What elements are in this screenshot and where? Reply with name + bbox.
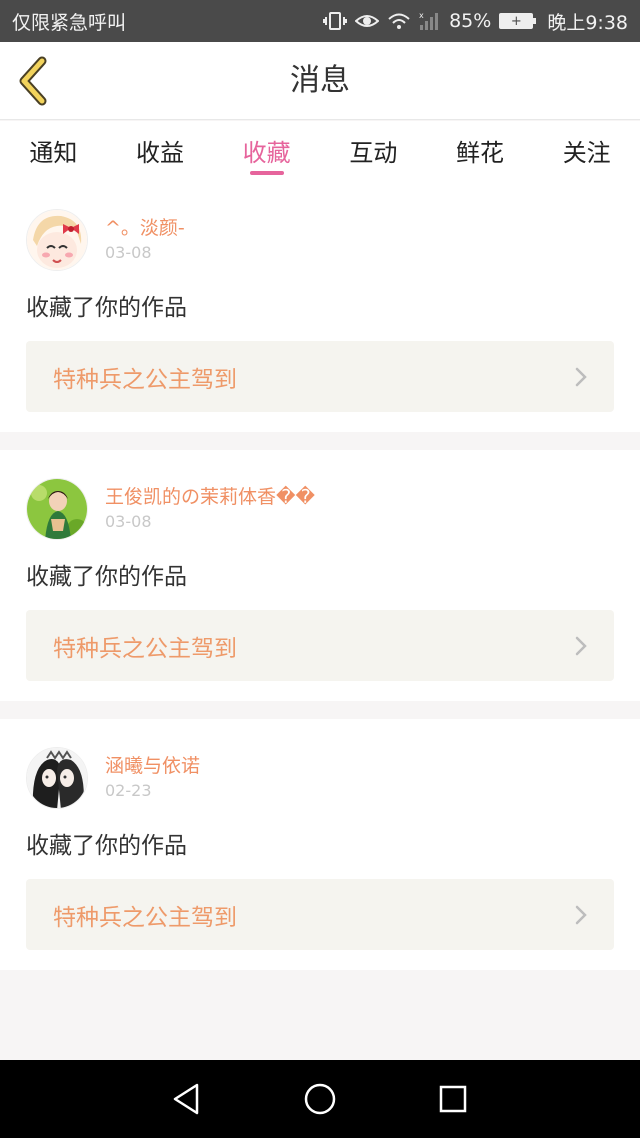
page-title: 消息	[290, 63, 350, 98]
nav-recents-button[interactable]	[433, 1079, 473, 1119]
list-item: 涵曦与依诺 02-23 收藏了你的作品 特种兵之公主驾到	[0, 719, 640, 970]
square-recents-icon	[440, 1085, 467, 1113]
avatar[interactable]	[26, 478, 88, 540]
nav-home-button[interactable]	[300, 1079, 340, 1119]
tab-interactions[interactable]: 互动	[320, 121, 427, 181]
battery-icon: +	[499, 13, 537, 29]
message-list: ^。淡颜- 03-08 收藏了你的作品 特种兵之公主驾到 王俊凯的の茉莉体香��…	[0, 181, 640, 988]
vibrate-icon	[323, 10, 348, 32]
avatar[interactable]	[26, 747, 88, 809]
action-text: 收藏了你的作品	[26, 295, 187, 321]
battery-percent: 85%	[449, 10, 492, 32]
work-link[interactable]: 特种兵之公主驾到	[26, 879, 614, 950]
work-title: 特种兵之公主驾到	[53, 904, 237, 931]
chevron-right-icon	[575, 367, 587, 386]
eye-icon	[355, 10, 380, 32]
timestamp: 03-08	[105, 512, 152, 531]
svg-text:x: x	[419, 11, 424, 20]
work-title: 特种兵之公主驾到	[53, 635, 237, 662]
action-text: 收藏了你的作品	[26, 833, 187, 859]
tab-notifications[interactable]: 通知	[0, 121, 107, 181]
status-icons: x 85% + 晚上9:38	[323, 8, 628, 35]
clock: 晚上9:38	[547, 11, 628, 34]
tab-flowers[interactable]: 鲜花	[427, 121, 534, 181]
work-link[interactable]: 特种兵之公主驾到	[26, 341, 614, 412]
circle-home-icon	[304, 1083, 336, 1115]
header: 消息	[0, 42, 640, 120]
tab-favorites[interactable]: 收藏	[213, 121, 320, 181]
system-nav-bar	[0, 1060, 640, 1138]
username[interactable]: ^。淡颜-	[105, 215, 185, 241]
chevron-right-icon	[575, 636, 587, 655]
wifi-icon	[387, 10, 411, 32]
work-link[interactable]: 特种兵之公主驾到	[26, 610, 614, 681]
list-item: ^。淡颜- 03-08 收藏了你的作品 特种兵之公主驾到	[0, 181, 640, 432]
carrier-text: 仅限紧急呼叫	[12, 11, 127, 34]
tab-earnings[interactable]: 收益	[107, 121, 214, 181]
work-title: 特种兵之公主驾到	[53, 366, 237, 393]
tab-following[interactable]: 关注	[533, 121, 640, 181]
chevron-right-icon	[575, 905, 587, 924]
tab-bar: 通知 收益 收藏 互动 鲜花 关注	[0, 121, 640, 181]
nav-back-button[interactable]	[167, 1079, 207, 1119]
timestamp: 03-08	[105, 243, 152, 262]
list-item: 王俊凯的の茉莉体香�� 03-08 收藏了你的作品 特种兵之公主驾到	[0, 450, 640, 701]
status-bar: 仅限紧急呼叫 x 85% + 晚上9:38	[0, 0, 640, 42]
signal-icon: x	[419, 10, 441, 32]
action-text: 收藏了你的作品	[26, 564, 187, 590]
avatar[interactable]	[26, 209, 88, 271]
triangle-back-icon	[173, 1083, 198, 1115]
timestamp: 02-23	[105, 781, 152, 800]
username[interactable]: 王俊凯的の茉莉体香��	[105, 484, 315, 510]
username[interactable]: 涵曦与依诺	[105, 753, 200, 779]
